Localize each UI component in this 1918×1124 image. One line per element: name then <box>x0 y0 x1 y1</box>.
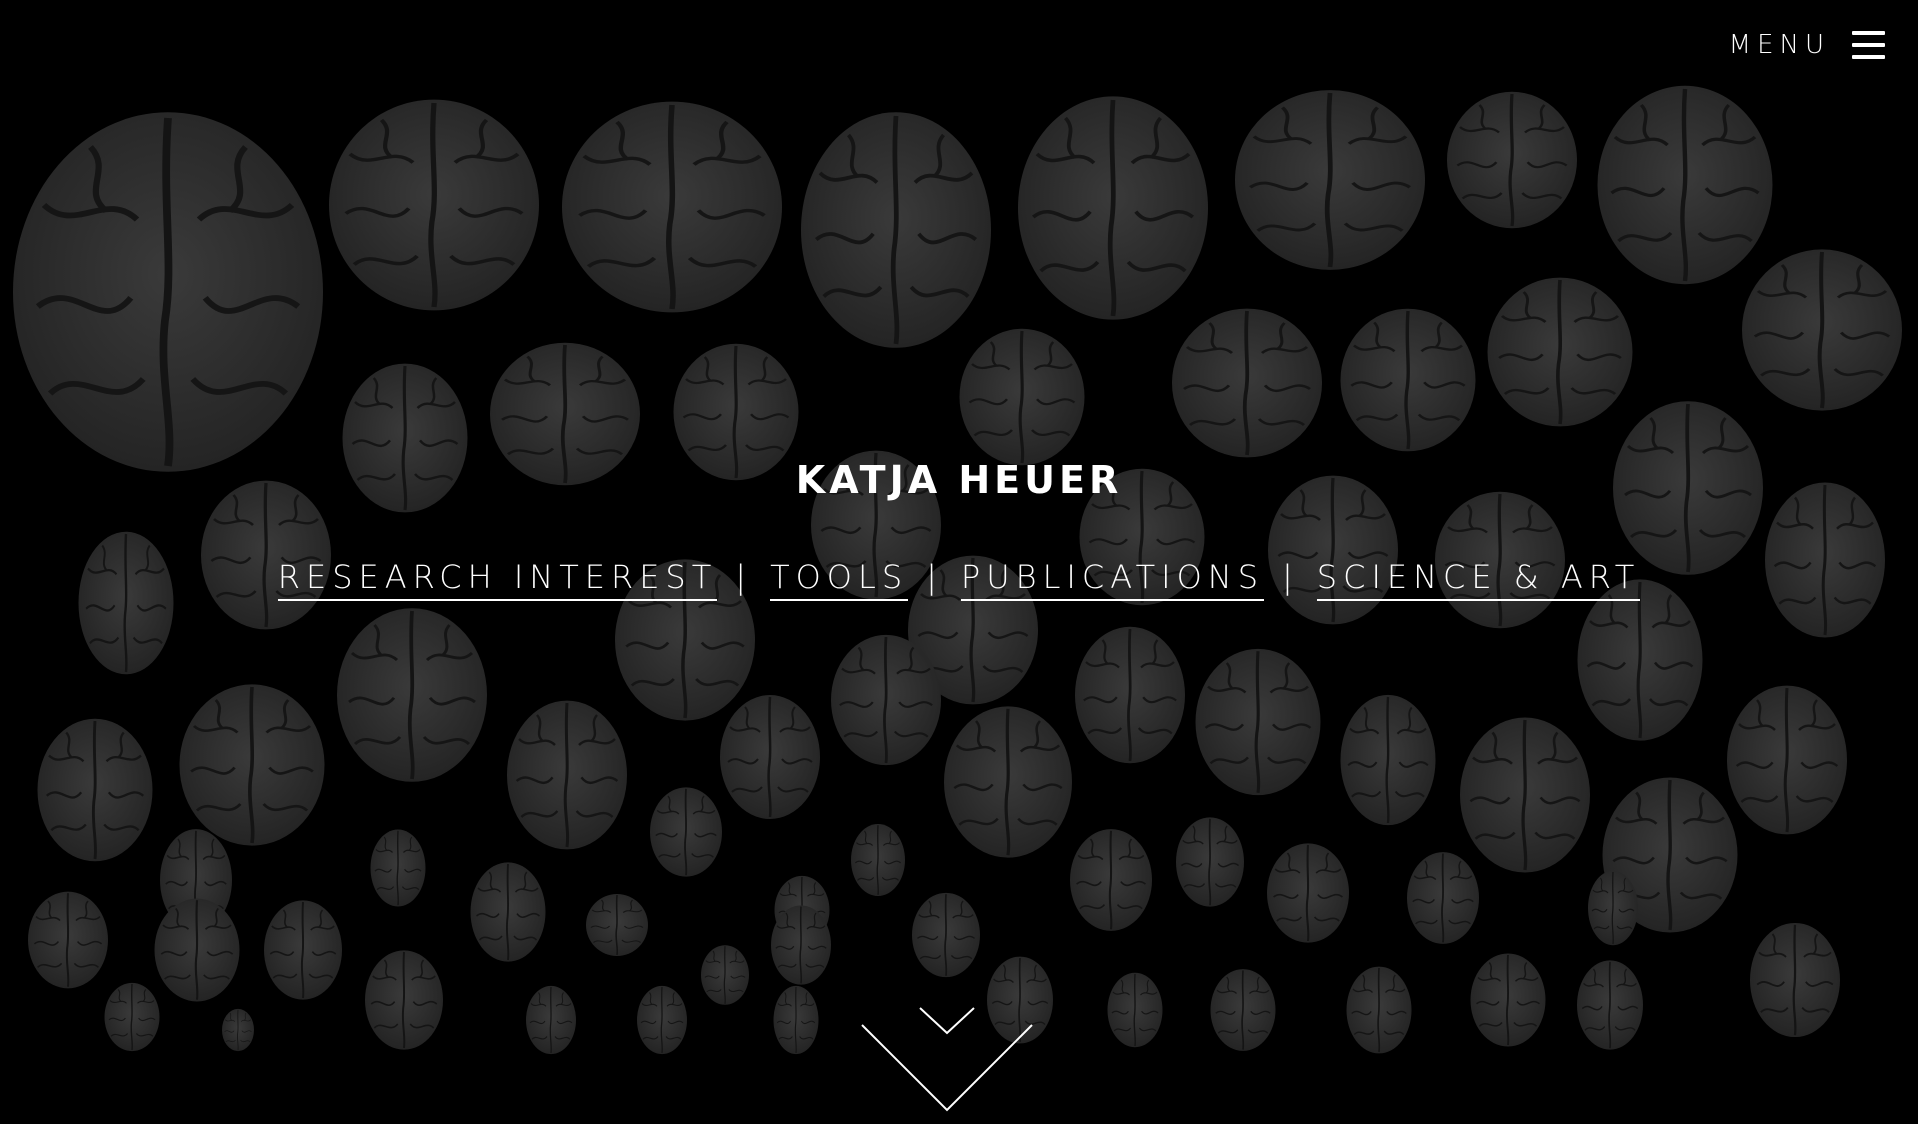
hamburger-line-middle <box>1852 43 1885 47</box>
hamburger-line-top <box>1852 31 1885 35</box>
nav-separator: | <box>926 558 943 596</box>
menu-label: MENU <box>1728 30 1830 60</box>
nav-link-science-art[interactable]: SCIENCE & ART <box>1316 558 1641 601</box>
nav-link-research-interest[interactable]: RESEARCH INTEREST <box>277 558 718 601</box>
hamburger-icon <box>1852 31 1885 59</box>
menu-button[interactable]: MENU <box>1729 30 1885 60</box>
hamburger-line-bottom <box>1852 55 1885 59</box>
section-nav: RESEARCH INTEREST | TOOLS | PUBLICATIONS | SCI… <box>0 558 1918 601</box>
hero-section: MENU KATJA HEUER RESEARCH INTEREST | TOOLS… <box>0 0 1918 1124</box>
nav-separator: | <box>735 558 753 596</box>
nav-link-tools[interactable]: TOOLS <box>770 558 909 601</box>
scroll-down-button[interactable] <box>857 1000 1037 1115</box>
chevron-down-icon <box>861 1007 1033 1112</box>
page-title: KATJA HEUER <box>795 458 1123 502</box>
nav-link-publications[interactable]: PUBLICATIONS <box>960 558 1265 601</box>
nav-separator: | <box>1282 558 1299 596</box>
